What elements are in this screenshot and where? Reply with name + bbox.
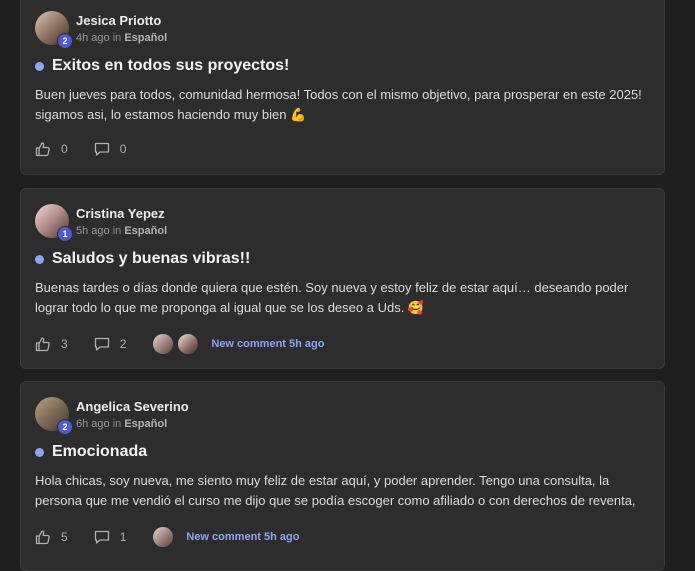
author-name[interactable]: Angelica Severino [76,399,189,414]
recent-commenters[interactable] [152,526,175,548]
post-meta: 5h ago in Español [76,225,167,237]
post-actions: 0 0 [35,141,152,157]
comment-count: 1 [119,530,127,544]
comment-bubble-icon [94,142,109,156]
author-avatar[interactable]: 2 [35,11,73,49]
recent-commenters[interactable] [152,333,200,355]
in-label: in [112,225,122,237]
like-button[interactable]: 0 [35,141,94,157]
new-comment-link[interactable]: New comment 5h ago [211,338,324,350]
post-actions: 5 1 New comment 5h ago [35,526,299,548]
comment-count: 0 [119,142,127,156]
post-title-text: Exitos en todos sus proyectos! [52,57,290,74]
like-count: 3 [61,337,68,351]
commenter-avatar [177,333,200,355]
comment-bubble-icon [94,530,109,544]
comment-bubble-icon [94,337,109,351]
post-title[interactable]: Emocionada [35,443,147,461]
post-category[interactable]: Español [124,225,167,237]
post-time: 4h ago [76,32,110,44]
level-badge: 2 [57,33,73,49]
post-title[interactable]: Saludos y buenas vibras!! [35,250,250,268]
unread-dot-icon [35,254,44,264]
in-label: in [112,32,122,44]
author-avatar[interactable]: 1 [35,204,73,242]
post-category[interactable]: Español [124,32,167,44]
commenter-avatar [152,526,175,548]
post-card[interactable]: 2 Angelica Severino 6h ago in Español Em… [20,381,665,571]
new-comment-link[interactable]: New comment 5h ago [186,531,299,543]
post-time: 5h ago [76,225,110,237]
post-body: Hola chicas, soy nueva, me siento muy fe… [35,473,636,508]
author-avatar[interactable]: 2 [35,397,73,435]
post-body: Buen jueves para todos, comunidad hermos… [35,87,642,122]
comment-button[interactable]: 0 [94,141,153,157]
post-title-text: Saludos y buenas vibras!! [52,250,251,267]
post-meta: 4h ago in Español [76,32,167,44]
post-actions: 3 2 New comment 5h ago [35,333,324,355]
post-category[interactable]: Español [124,418,167,430]
unread-dot-icon [35,61,44,71]
like-button[interactable]: 3 [35,336,94,352]
post-card[interactable]: 1 Cristina Yepez 5h ago in Español Salud… [20,188,665,369]
like-button[interactable]: 5 [35,529,94,545]
post-card[interactable]: 2 Jesica Priotto 4h ago in Español Exito… [20,0,665,175]
post-title[interactable]: Exitos en todos sus proyectos! [35,57,289,75]
unread-dot-icon [35,447,44,457]
thumbs-up-icon [35,142,50,157]
like-count: 5 [61,530,68,544]
post-time: 6h ago [76,418,110,430]
post-title-text: Emocionada [52,443,148,460]
level-badge: 2 [57,419,73,435]
author-name[interactable]: Jesica Priotto [76,13,161,28]
like-count: 0 [61,142,68,156]
post-meta: 6h ago in Español [76,418,167,430]
commenter-avatar [152,333,175,355]
post-body: Buenas tardes o días donde quiera que es… [35,280,629,315]
level-badge: 1 [57,226,73,242]
author-name[interactable]: Cristina Yepez [76,206,165,221]
thumbs-up-icon [35,530,50,545]
comment-button[interactable]: 1 [94,529,153,545]
comment-button[interactable]: 2 [94,336,153,352]
in-label: in [112,418,122,430]
thumbs-up-icon [35,337,50,352]
comment-count: 2 [119,337,127,351]
